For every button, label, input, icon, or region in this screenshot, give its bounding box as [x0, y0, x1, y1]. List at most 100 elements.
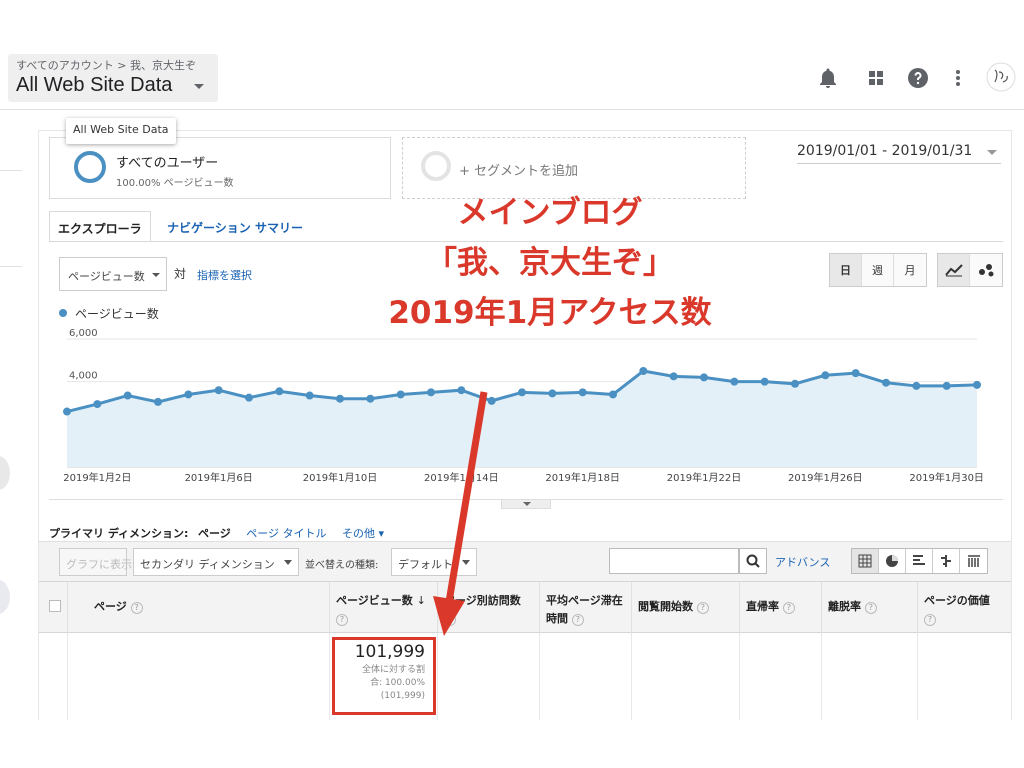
- help-icon: ?: [782, 602, 795, 614]
- data-point: [639, 367, 648, 375]
- dimension-other[interactable]: その他 ▾: [342, 527, 384, 540]
- col-bounce-rate[interactable]: 直帰率 ?: [739, 582, 821, 634]
- sort-arrow-icon: ↓: [416, 594, 426, 607]
- tab-explorer[interactable]: エクスプローラ: [49, 211, 151, 242]
- divider: [917, 634, 918, 720]
- help-icon: ?: [696, 602, 709, 614]
- secondary-dimension-select[interactable]: セカンダリ ディメンション: [133, 548, 299, 576]
- sort-label: 並べ替えの種類:: [305, 560, 379, 571]
- granularity-day[interactable]: 日: [830, 254, 862, 286]
- data-point: [700, 373, 708, 382]
- data-point: [821, 371, 830, 380]
- search-icon[interactable]: [739, 548, 767, 574]
- bar-view-icon[interactable]: [906, 549, 933, 573]
- col-unique-pageviews-label: ページ別訪問数: [444, 594, 521, 607]
- chevron-down-icon: [284, 560, 292, 565]
- help-icon: ?: [571, 614, 584, 626]
- account-selector[interactable]: すべてのアカウント > 我、京大生ぞ All Web Site Data: [8, 54, 218, 102]
- col-unique-pageviews[interactable]: ページ別訪問数?: [437, 582, 539, 634]
- pie-view-icon[interactable]: [879, 549, 906, 573]
- col-avg-time-label: 平均ページ滞在時間: [546, 594, 623, 625]
- divider: [329, 634, 330, 720]
- line-chart-icon[interactable]: [938, 254, 970, 286]
- rail-decoration: [0, 580, 10, 614]
- col-page-value[interactable]: ページの価値?: [917, 582, 1011, 634]
- data-point: [366, 394, 375, 403]
- chart-collapse-handle[interactable]: [501, 499, 551, 509]
- col-exit-rate[interactable]: 離脱率 ?: [821, 582, 917, 634]
- divider: [67, 634, 68, 720]
- data-point: [457, 386, 466, 395]
- add-segment-label: + セグメントを追加: [459, 164, 579, 179]
- x-tick-label: 2019年1月10日: [303, 471, 378, 484]
- chart-type-toggle: [937, 253, 1003, 287]
- chevron-down-icon: [987, 150, 997, 155]
- col-page-label: ページ: [94, 600, 127, 613]
- data-point: [214, 386, 223, 395]
- metric-select[interactable]: ページビュー数: [59, 257, 167, 291]
- help-icon[interactable]: [906, 66, 930, 90]
- x-tick-label: 2019年1月30日: [909, 471, 984, 484]
- select-all-checkbox[interactable]: [49, 600, 61, 612]
- avatar-icon[interactable]: [986, 62, 1016, 92]
- segment-ring-icon: [74, 151, 106, 183]
- dimension-page-title[interactable]: ページ タイトル: [246, 527, 326, 540]
- vs-label: 対: [174, 267, 187, 281]
- motion-chart-icon[interactable]: [970, 254, 1002, 286]
- advanced-link[interactable]: アドバンス: [775, 554, 830, 570]
- help-icon: ?: [130, 602, 143, 614]
- granularity-toggle: 日 週 月: [829, 253, 927, 287]
- table-totals-row: 101,999 全体に対する割 合: 100.00% (101,999): [39, 634, 1011, 720]
- pivot-view-icon[interactable]: [960, 549, 987, 573]
- comparison-view-icon[interactable]: [933, 549, 960, 573]
- col-entrances[interactable]: 閲覧開始数 ?: [631, 582, 739, 634]
- table-search-input[interactable]: [609, 548, 739, 574]
- select-metric-link[interactable]: 指標を選択: [197, 267, 252, 283]
- data-point: [609, 390, 617, 399]
- breadcrumb: すべてのアカウント > 我、京大生ぞ: [16, 59, 196, 72]
- apps-grid-icon[interactable]: [864, 66, 888, 90]
- highlight-box: [332, 637, 436, 715]
- chevron-down-icon: [462, 560, 470, 565]
- col-pageviews[interactable]: ページビュー数 ↓?: [329, 582, 437, 634]
- annotation-text: メインブログ 「我、京大生ぞ」 2019年1月アクセス数: [330, 188, 770, 338]
- divider: [821, 634, 822, 720]
- data-point: [154, 397, 162, 406]
- table-view-icon[interactable]: [852, 549, 879, 573]
- granularity-week[interactable]: 週: [862, 254, 894, 286]
- sort-select[interactable]: デフォルト: [391, 548, 477, 576]
- help-icon: ?: [336, 614, 348, 626]
- data-point: [791, 379, 799, 388]
- left-rail: [0, 110, 22, 720]
- granularity-month[interactable]: 月: [894, 254, 926, 286]
- bell-icon[interactable]: [816, 66, 840, 90]
- divider: [0, 266, 22, 267]
- more-vert-icon[interactable]: [946, 66, 970, 90]
- segment-label: すべてのユーザー: [116, 156, 219, 171]
- dimension-page[interactable]: ページ: [198, 527, 231, 540]
- data-point: [548, 389, 557, 398]
- date-range-picker[interactable]: 2019/01/01 - 2019/01/31: [797, 143, 1001, 164]
- data-point: [427, 388, 435, 397]
- caret-down-icon: [194, 84, 204, 89]
- data-point: [942, 381, 951, 390]
- legend-dot-icon: [59, 309, 67, 317]
- x-tick-label: 2019年1月22日: [667, 471, 742, 484]
- col-page[interactable]: ページ ?: [67, 582, 329, 634]
- x-tick-label: 2019年1月6日: [185, 471, 253, 484]
- top-bar: すべてのアカウント > 我、京大生ぞ All Web Site Data: [0, 48, 1024, 110]
- graph-display-button[interactable]: グラフに表示: [59, 548, 132, 576]
- divider: [739, 634, 740, 720]
- data-point: [396, 390, 405, 399]
- tab-nav-summary[interactable]: ナビゲーション サマリー: [159, 211, 311, 242]
- divider: [631, 634, 632, 720]
- data-point: [336, 394, 344, 403]
- col-bounce-rate-label: 直帰率: [746, 600, 779, 613]
- annotation-line-2: 「我、京大生ぞ」: [426, 245, 674, 281]
- data-point: [882, 378, 890, 387]
- data-point: [851, 369, 860, 378]
- rail-decoration: [0, 456, 10, 490]
- col-avg-time[interactable]: 平均ページ滞在時間 ?: [539, 582, 631, 634]
- data-point: [487, 396, 496, 405]
- x-tick-label: 2019年1月14日: [424, 471, 499, 484]
